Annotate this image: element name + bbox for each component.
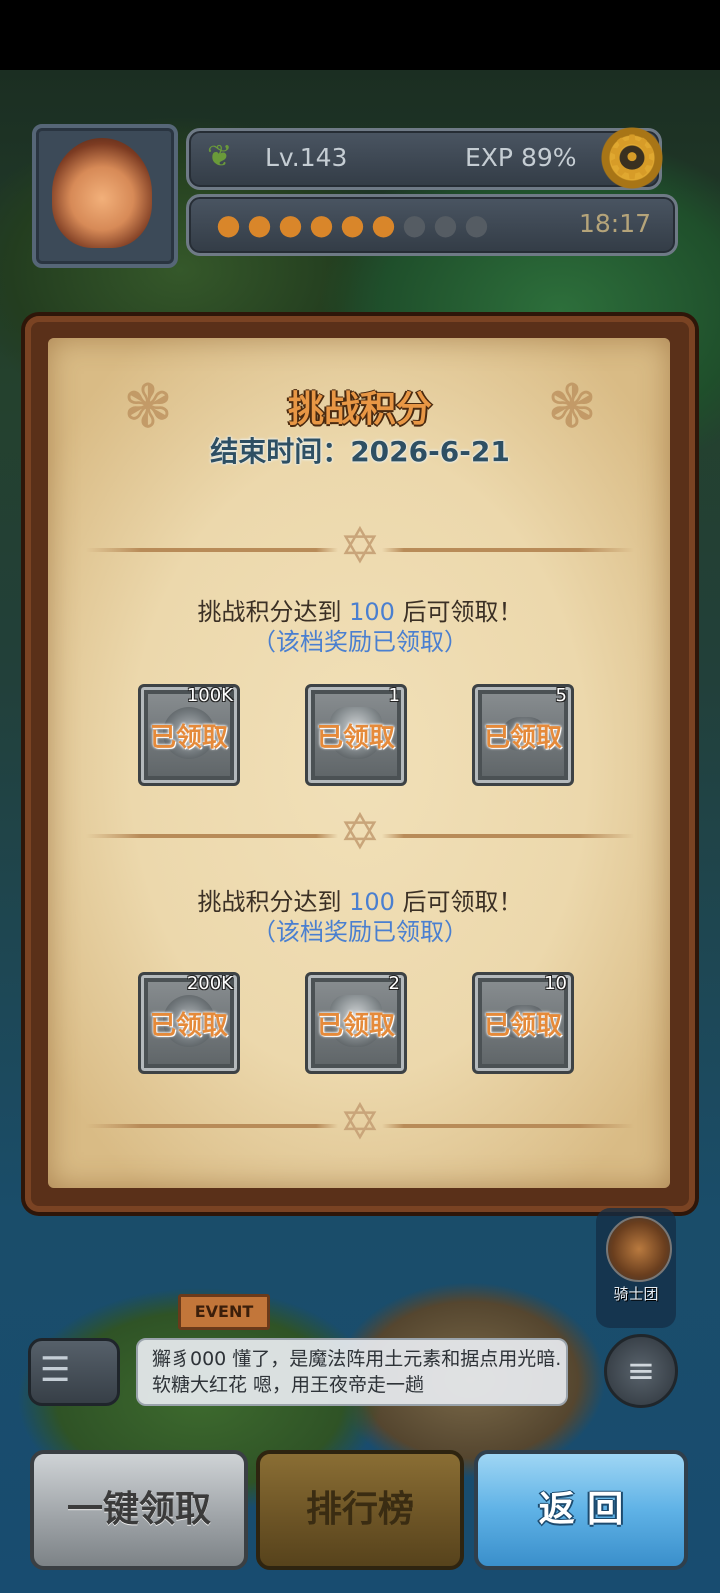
gear-icon[interactable]: ⚙ bbox=[600, 126, 664, 190]
chat-message: 獬豸000 懂了，是魔法阵用土元素和据点用光暗... bbox=[152, 1348, 562, 1370]
star-icon: ✡ bbox=[339, 1093, 381, 1151]
claimed-stamp: 已领取 bbox=[483, 723, 562, 753]
energy-empty-icon: ● bbox=[402, 208, 427, 241]
divider: ✡ bbox=[86, 517, 634, 575]
level-bar: ❦ Lv.143 EXP 89% bbox=[186, 128, 662, 190]
chat-icon: ☰ bbox=[40, 1350, 71, 1390]
reward-count: 1 bbox=[388, 685, 400, 706]
event-sign[interactable]: EVENT bbox=[178, 1294, 270, 1330]
tier-status: （该档奖励已领取） bbox=[252, 918, 468, 946]
tier-status: （该档奖励已领取） bbox=[252, 628, 468, 656]
level-label: Lv.143 bbox=[265, 143, 348, 172]
menu-icon: ≡ bbox=[626, 1351, 656, 1391]
energy-bar: ● ● ● ● ● ● ● ● ● 18:17 bbox=[186, 194, 678, 256]
energy-empty-icon: ● bbox=[464, 208, 489, 241]
claimed-stamp: 已领取 bbox=[149, 1011, 228, 1041]
knight-order-label: 骑士团 bbox=[613, 1285, 659, 1303]
reward-slot[interactable]: 1 已领取 bbox=[305, 684, 407, 786]
exp-label: EXP 89% bbox=[465, 143, 577, 172]
back-button[interactable]: 返 回 bbox=[474, 1450, 688, 1570]
end-time: 结束时间：2026-6-21 bbox=[210, 435, 510, 468]
reward-slot[interactable]: 100K 已领取 bbox=[138, 684, 240, 786]
reward-count: 10 bbox=[544, 973, 567, 994]
energy-icons: ● ● ● ● ● ● ● ● ● bbox=[213, 197, 492, 253]
reward-slot[interactable]: 200K 已领取 bbox=[138, 972, 240, 1074]
energy-full-icon: ● bbox=[247, 208, 272, 241]
divider: ✡ bbox=[86, 1093, 634, 1151]
reward-slot[interactable]: 5 已领取 bbox=[472, 684, 574, 786]
panel-title: 挑战积分 bbox=[287, 389, 432, 430]
star-icon: ✡ bbox=[339, 803, 381, 861]
energy-full-icon: ● bbox=[309, 208, 334, 241]
reward-count: 100K bbox=[186, 685, 233, 706]
reward-count: 5 bbox=[555, 685, 567, 706]
avatar[interactable] bbox=[52, 138, 152, 248]
ranking-button[interactable]: 排行榜 bbox=[256, 1450, 464, 1570]
divider: ✡ bbox=[86, 803, 634, 861]
energy-full-icon: ● bbox=[216, 208, 241, 241]
reward-slot[interactable]: 10 已领取 bbox=[472, 972, 574, 1074]
reward-count: 2 bbox=[388, 973, 400, 994]
claimed-stamp: 已领取 bbox=[483, 1011, 562, 1041]
knight-order-icon bbox=[606, 1216, 672, 1282]
claimed-stamp: 已领取 bbox=[316, 1011, 395, 1041]
energy-full-icon: ● bbox=[340, 208, 365, 241]
energy-full-icon: ● bbox=[278, 208, 303, 241]
star-icon: ✡ bbox=[339, 517, 381, 575]
leaf-icon: ❦ bbox=[207, 139, 233, 174]
reward-count: 200K bbox=[186, 973, 233, 994]
claimed-stamp: 已领取 bbox=[316, 723, 395, 753]
reward-slot[interactable]: 2 已领取 bbox=[305, 972, 407, 1074]
energy-full-icon: ● bbox=[371, 208, 396, 241]
energy-empty-icon: ● bbox=[433, 208, 458, 241]
claim-all-button[interactable]: 一键领取 bbox=[30, 1450, 248, 1570]
chat-message: 软糖大红花 嗯，用王夜帝走一趟 bbox=[152, 1374, 425, 1396]
claimed-stamp: 已领取 bbox=[149, 723, 228, 753]
energy-timer: 18:17 bbox=[579, 209, 652, 238]
